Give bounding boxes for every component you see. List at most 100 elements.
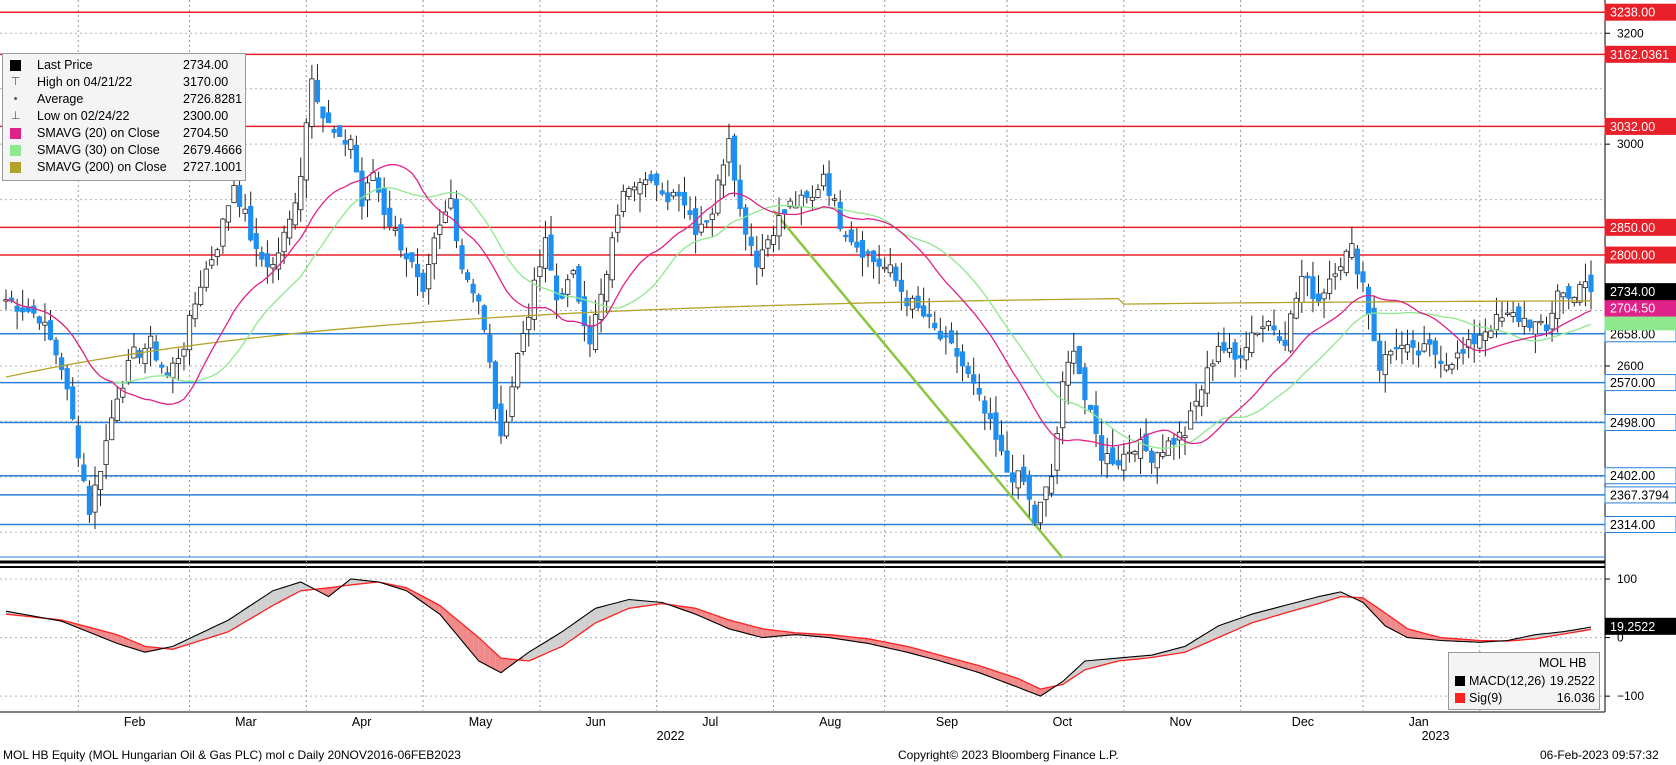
x-month-label: Aug xyxy=(819,715,841,729)
candle-up xyxy=(1577,284,1583,303)
candle-up xyxy=(809,196,816,201)
candle-up xyxy=(109,417,115,441)
candle-up xyxy=(1210,363,1216,367)
candle-down xyxy=(1377,340,1383,371)
candle-up xyxy=(1349,243,1355,258)
x-month-label: Apr xyxy=(352,715,371,729)
candle-down xyxy=(1438,360,1444,364)
candle-up xyxy=(909,297,916,310)
macd-label: MACD(12,26) xyxy=(1469,674,1546,688)
candle-up xyxy=(515,353,521,388)
candle-up xyxy=(765,239,771,249)
candle-up xyxy=(170,362,176,378)
candle-down xyxy=(921,305,927,317)
candle-down xyxy=(1076,345,1082,375)
resistance-label: 2850.00 xyxy=(1610,221,1655,235)
candle-down xyxy=(1004,450,1010,473)
candle-up xyxy=(92,484,98,513)
candle-up xyxy=(214,249,220,257)
candle-up xyxy=(1532,321,1538,335)
candle-up xyxy=(698,223,704,233)
candle-down xyxy=(1032,504,1038,524)
trend-line xyxy=(772,209,1064,559)
macd-swatch xyxy=(1455,676,1465,686)
x-month-label: Dec xyxy=(1292,715,1314,729)
x-year-label: 2022 xyxy=(657,729,685,743)
candle-down xyxy=(676,191,682,197)
legend-swatch xyxy=(10,128,21,139)
candle-down xyxy=(743,207,749,235)
macd-line xyxy=(5,578,1592,697)
candle-up xyxy=(1327,278,1333,294)
last-price-label: 2734.00 xyxy=(1610,285,1655,299)
candle-up xyxy=(887,264,893,274)
candle-down xyxy=(959,351,966,367)
candle-up xyxy=(431,237,437,265)
candle-down xyxy=(893,266,899,281)
candle-up xyxy=(231,185,237,204)
candle-down xyxy=(75,425,81,459)
candle-up xyxy=(181,348,187,357)
candle-down xyxy=(1282,339,1288,346)
resistance-label: 3032.00 xyxy=(1610,120,1655,134)
candle-up xyxy=(1488,330,1494,338)
sig-legend-row: Sig(9) 16.036 xyxy=(1455,690,1595,706)
candle-up xyxy=(542,237,549,269)
candle-down xyxy=(982,400,988,414)
macd-panel xyxy=(5,578,1592,697)
candle-down xyxy=(259,252,265,260)
candle-down xyxy=(136,350,143,358)
candle-down xyxy=(1093,405,1099,434)
candle-down xyxy=(1098,435,1105,461)
candle-up xyxy=(520,333,526,352)
candle-down xyxy=(954,347,960,357)
legend-row: Last Price 2734.00 xyxy=(3,57,245,73)
candle-up xyxy=(726,138,732,163)
candle-up xyxy=(1477,334,1483,349)
candle-up xyxy=(1404,344,1411,353)
candle-up xyxy=(114,398,120,421)
x-axis: Feb Mar Apr May Jun Jul Aug Sep Oct Nov Dec Jan 2022… xyxy=(124,715,1450,743)
candle-up xyxy=(242,208,248,214)
candle-up xyxy=(1382,354,1388,376)
candle-up xyxy=(42,321,48,326)
candle-up xyxy=(1504,312,1511,315)
candle-up xyxy=(1154,452,1160,469)
candle-up xyxy=(637,182,643,195)
legend-swatch xyxy=(10,145,21,156)
candle-up xyxy=(1299,275,1305,304)
candle-up xyxy=(509,386,515,417)
legend-row: SMAVG (20) on Close 2704.50 xyxy=(3,125,245,141)
candle-down xyxy=(476,294,482,302)
candle-down xyxy=(1087,404,1094,410)
legend-label: Average xyxy=(37,92,84,106)
support-label: 2367.3794 xyxy=(1610,488,1669,502)
candle-down xyxy=(64,368,70,390)
candle-down xyxy=(320,106,326,119)
macd-histogram-fill xyxy=(762,628,768,638)
candle-up xyxy=(1399,344,1405,349)
candle-down xyxy=(387,207,393,227)
candle-up xyxy=(97,471,104,491)
x-month-label: Nov xyxy=(1169,715,1192,729)
legend-value: 3170.00 xyxy=(183,75,229,89)
candle-up xyxy=(1493,314,1500,330)
candle-up xyxy=(815,189,821,198)
candle-down xyxy=(470,283,476,294)
candle-up xyxy=(1015,470,1021,489)
candle-up xyxy=(1193,400,1199,407)
candle-down xyxy=(1566,286,1572,299)
legend-row: SMAVG (200) on Close 2727.1001 xyxy=(3,159,245,175)
candle-up xyxy=(642,179,649,185)
candle-down xyxy=(548,234,554,271)
candle-up xyxy=(186,314,193,351)
candle-up xyxy=(770,235,777,245)
candle-down xyxy=(53,339,59,356)
candle-up xyxy=(1265,321,1272,327)
macd-last-label: 19.2522 xyxy=(1610,620,1655,634)
candle-down xyxy=(14,305,20,312)
candle-up xyxy=(303,122,309,181)
legend-value: 2300.00 xyxy=(183,109,229,123)
x-month-label: Mar xyxy=(235,715,257,729)
candle-up xyxy=(670,191,676,197)
